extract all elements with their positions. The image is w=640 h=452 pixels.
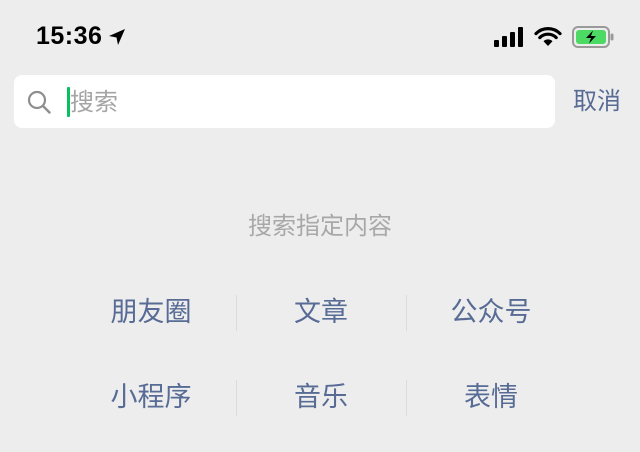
battery-charging-icon (572, 26, 614, 48)
search-icon (27, 90, 51, 114)
divider (406, 380, 407, 416)
search-input[interactable] (70, 75, 540, 128)
category-official-accounts[interactable]: 公众号 (406, 293, 576, 333)
category-stickers[interactable]: 表情 (406, 378, 576, 418)
wifi-icon (534, 27, 562, 46)
status-bar: 15:36 (0, 0, 640, 72)
category-articles[interactable]: 文章 (236, 293, 406, 333)
divider (236, 295, 237, 331)
category-mini-programs[interactable]: 小程序 (66, 378, 236, 418)
text-caret (67, 87, 70, 117)
cellular-signal-icon (494, 27, 523, 47)
status-time-group: 15:36 (36, 22, 126, 51)
search-box[interactable] (14, 75, 555, 128)
status-indicators (494, 26, 614, 48)
category-row: 朋友圈 文章 公众号 (66, 293, 576, 333)
category-music[interactable]: 音乐 (236, 378, 406, 418)
category-moments[interactable]: 朋友圈 (66, 293, 236, 333)
status-time: 15:36 (36, 22, 103, 50)
location-arrow-icon (109, 28, 126, 45)
category-row: 小程序 音乐 表情 (66, 378, 576, 418)
divider (236, 380, 237, 416)
search-hint-title: 搜索指定内容 (248, 212, 392, 240)
cancel-button[interactable]: 取消 (573, 84, 621, 118)
divider (406, 295, 407, 331)
